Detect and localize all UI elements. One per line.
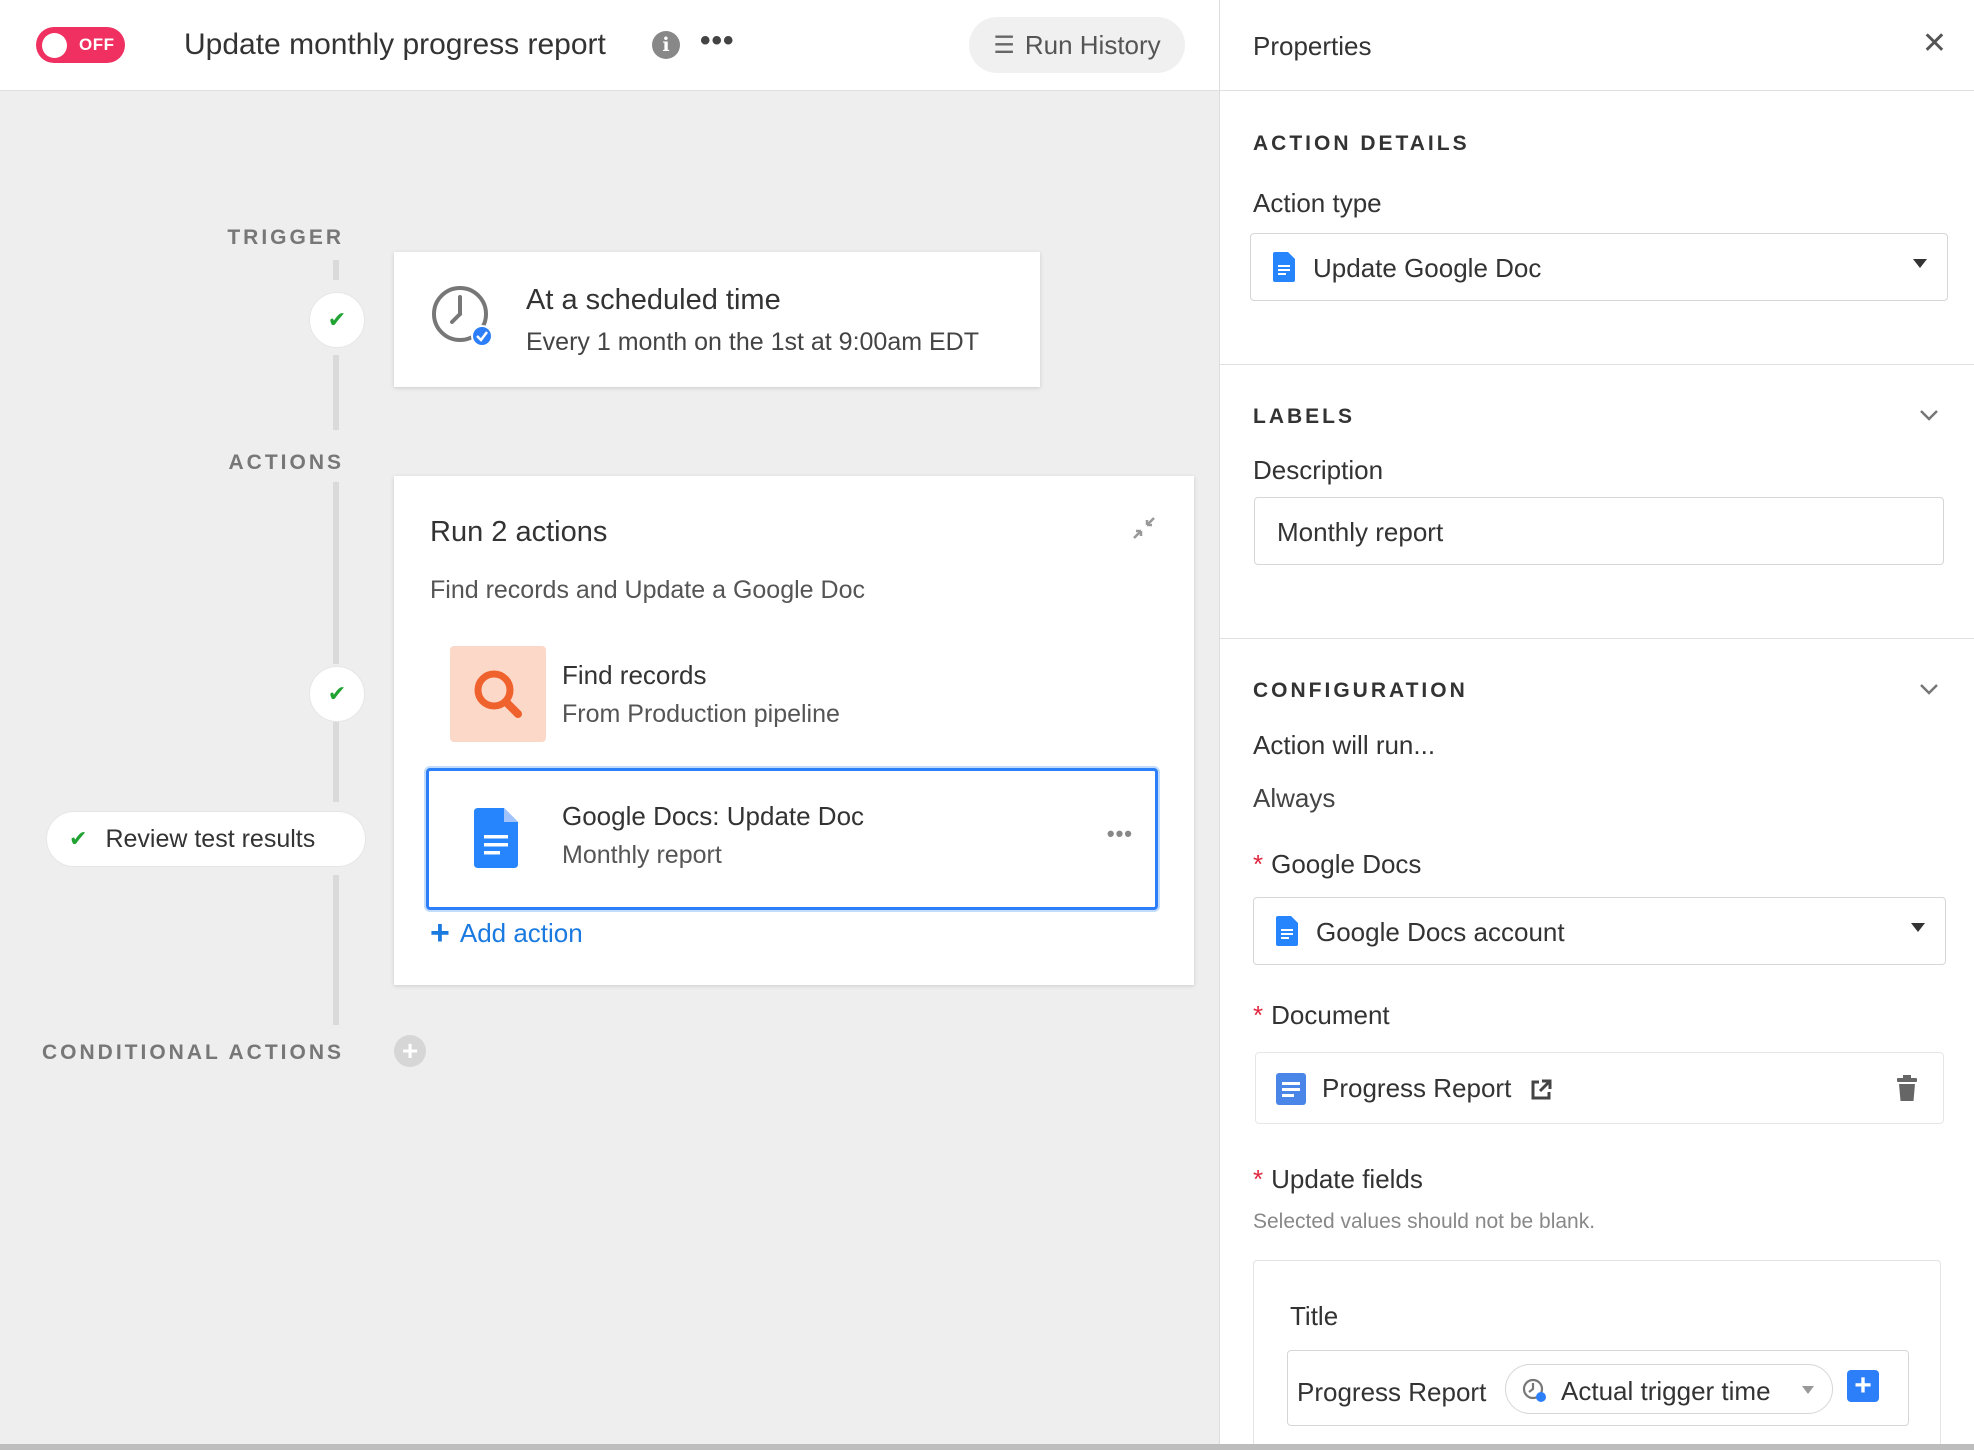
google-doc-icon (1273, 252, 1295, 282)
description-value: Monthly report (1277, 517, 1444, 547)
review-test-results-label: Review test results (105, 824, 316, 853)
properties-title: Properties (1253, 31, 1372, 61)
clock-icon (1522, 1378, 1546, 1402)
dropdown-caret-icon (1911, 923, 1925, 932)
section-divider (1220, 638, 1974, 639)
add-action-label: Add action (459, 917, 583, 948)
timeline-line (333, 260, 339, 280)
description-label: Description (1253, 455, 1384, 485)
action-type-select[interactable]: Update Google Doc (1250, 233, 1948, 301)
trigger-schedule: Every 1 month on the 1st at 9:00am EDT (526, 328, 980, 356)
collapse-icon[interactable] (1130, 514, 1158, 542)
action-type-value: Update Google Doc (1313, 253, 1542, 283)
find-records-title: Find records (562, 660, 707, 690)
document-value-wrap: Progress Report (1322, 1073, 1553, 1104)
timeline-line (333, 722, 339, 802)
actions-group-title: Run 2 actions (430, 516, 608, 548)
configuration-section-label: CONFIGURATION (1253, 679, 1468, 702)
google-docs-account-select[interactable]: Google Docs account (1253, 897, 1946, 965)
actions-section-label: ACTIONS (228, 451, 344, 474)
update-fields-label-text: Update fields (1271, 1164, 1423, 1194)
find-records-tile (450, 646, 546, 742)
google-docs-label-text: Google Docs (1271, 849, 1422, 879)
trigger-status-check-icon: ✔ (309, 292, 365, 348)
find-records-step[interactable]: Find records From Production pipeline (450, 646, 1150, 742)
update-fields-help: Selected values should not be blank. (1253, 1210, 1596, 1233)
timeline-line (333, 482, 339, 664)
labels-section-label: LABELS (1253, 405, 1355, 428)
actions-status-check-icon: ✔ (309, 666, 365, 722)
google-doc-icon (1276, 1073, 1306, 1105)
more-options-icon[interactable]: ••• (700, 24, 735, 58)
plus-icon: + (430, 914, 450, 952)
run-condition-label: Action will run... (1253, 730, 1436, 760)
google-docs-step-subtitle: Monthly report (562, 841, 722, 869)
update-fields-label: * Update fields (1253, 1164, 1423, 1194)
toggle-knob (42, 32, 67, 58)
actions-group-card[interactable]: Run 2 actions Find records and Update a … (394, 476, 1194, 985)
trigger-time-token-label: Actual trigger time (1561, 1376, 1771, 1406)
token-caret-icon (1802, 1386, 1814, 1394)
section-divider (1220, 364, 1974, 365)
run-condition-value[interactable]: Always (1253, 783, 1335, 814)
dropdown-caret-icon (1913, 259, 1927, 268)
search-icon (474, 670, 522, 718)
chevron-down-icon[interactable] (1918, 678, 1940, 700)
update-fields-box: Title Progress Report Actual trigger tim… (1253, 1260, 1941, 1450)
trigger-card[interactable]: At a scheduled time Every 1 month on the… (394, 252, 1040, 387)
google-docs-step-title: Google Docs: Update Doc (562, 801, 865, 831)
workflow-title[interactable]: Update monthly progress report (184, 28, 606, 62)
step-more-options-icon[interactable]: ••• (1107, 821, 1133, 847)
document-label: * Document (1253, 1000, 1390, 1030)
check-icon: ✔ (69, 826, 88, 851)
actions-group-subtitle: Find records and Update a Google Doc (430, 576, 865, 604)
trigger-time-token[interactable]: Actual trigger time (1505, 1364, 1833, 1414)
document-picker[interactable]: Progress Report (1255, 1052, 1944, 1124)
google-docs-update-step[interactable]: Google Docs: Update Doc Monthly report •… (426, 768, 1158, 910)
title-field-label: Title (1290, 1301, 1339, 1331)
properties-header: Properties ✕ (1220, 0, 1974, 91)
workflow-toggle[interactable]: OFF (36, 27, 125, 63)
toggle-label: OFF (79, 35, 115, 54)
find-records-subtitle: From Production pipeline (562, 700, 840, 728)
google-doc-icon (474, 808, 518, 868)
action-details-section-label: ACTION DETAILS (1253, 132, 1470, 155)
properties-panel: Properties ✕ ACTION DETAILS Action type … (1219, 0, 1974, 1450)
title-field-input[interactable]: Progress Report Actual trigger time + (1287, 1350, 1909, 1426)
run-history-button[interactable]: ☰ Run History (969, 17, 1185, 73)
action-type-label: Action type (1253, 188, 1382, 218)
document-value[interactable]: Progress Report (1322, 1073, 1511, 1103)
info-icon[interactable]: i (652, 31, 680, 59)
workflow-header: OFF Update monthly progress report i •••… (0, 0, 1219, 91)
document-label-text: Document (1271, 1000, 1390, 1030)
google-doc-icon (1276, 916, 1298, 946)
trigger-title: At a scheduled time (526, 284, 781, 316)
add-action-button[interactable]: + Add action (430, 916, 583, 950)
timeline-line (333, 875, 339, 1025)
window-bottom-edge (0, 1444, 1974, 1450)
google-docs-label: * Google Docs (1253, 849, 1422, 879)
run-history-label: Run History (1024, 29, 1161, 60)
google-docs-account-value: Google Docs account (1316, 917, 1565, 947)
chevron-down-icon[interactable] (1918, 404, 1940, 426)
checklist-icon: ☰ (993, 31, 1015, 59)
trash-icon[interactable] (1897, 1075, 1917, 1101)
title-field-text: Progress Report (1297, 1377, 1487, 1407)
timeline-line (333, 355, 339, 430)
review-test-results-button[interactable]: ✔ Review test results (46, 811, 366, 867)
description-input[interactable]: Monthly report (1254, 497, 1944, 565)
conditional-actions-label: CONDITIONAL ACTIONS (42, 1041, 344, 1064)
workflow-canvas: OFF Update monthly progress report i •••… (0, 0, 1219, 1450)
close-icon[interactable]: ✕ (1922, 26, 1947, 61)
add-conditional-action-icon[interactable]: + (394, 1035, 426, 1067)
clock-icon (432, 286, 493, 347)
external-link-icon[interactable] (1529, 1078, 1553, 1102)
add-token-button[interactable]: + (1847, 1370, 1879, 1402)
trigger-section-label: TRIGGER (227, 226, 344, 249)
